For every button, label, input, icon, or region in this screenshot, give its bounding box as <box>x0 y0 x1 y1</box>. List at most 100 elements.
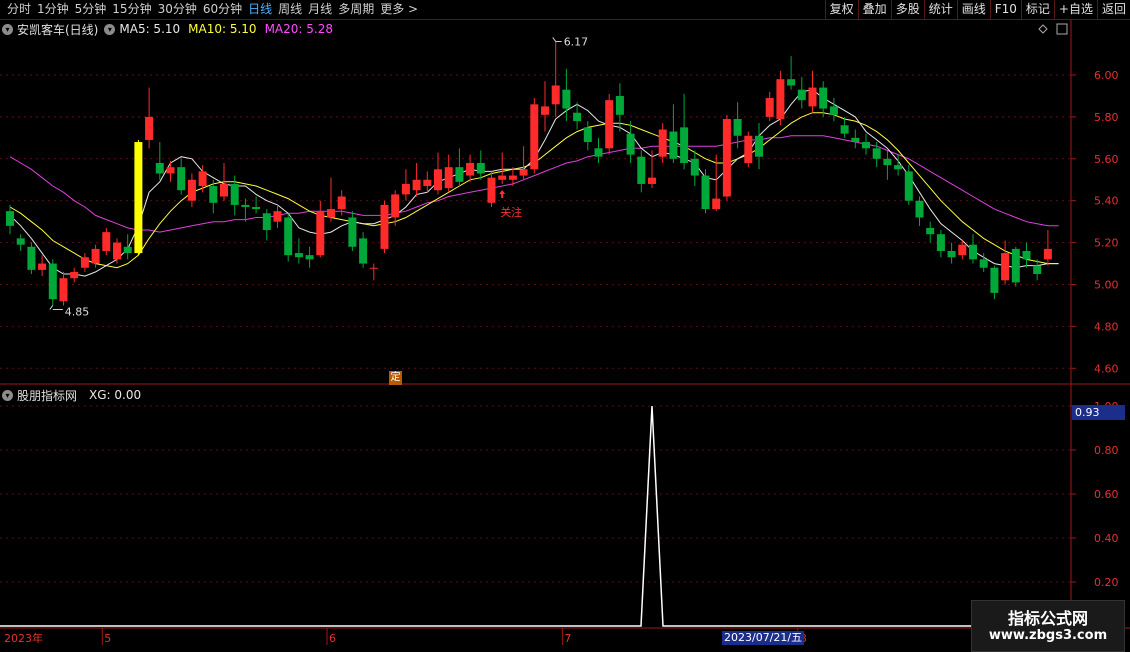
candle-up <box>722 118 731 197</box>
candle-down <box>359 238 368 264</box>
candle-down <box>626 133 635 155</box>
panel-menu-icon[interactable]: ▾ <box>2 23 13 35</box>
candle-down <box>936 234 945 251</box>
candle-up <box>187 179 196 201</box>
y-tick-label: 0.20 <box>1094 576 1119 589</box>
candle-down <box>904 171 913 201</box>
candle-down <box>6 211 14 226</box>
candle-up <box>765 98 774 117</box>
candle-up <box>1043 248 1052 260</box>
candle-up <box>134 142 143 254</box>
candle-up <box>316 211 325 256</box>
indicator-y-axis: 1.000.800.600.400.20 <box>1071 400 1119 589</box>
candle-down <box>27 246 36 270</box>
candle-down <box>926 227 935 235</box>
candle-up <box>198 171 207 187</box>
candle-down <box>690 158 699 176</box>
candle-down <box>701 175 710 210</box>
candle-down <box>637 156 646 184</box>
xg-value: XG: 0.00 <box>89 388 142 402</box>
focus-arrow-icon <box>499 189 506 198</box>
candle-down <box>797 89 806 101</box>
candle-up <box>541 106 549 115</box>
y-tick-label: 0.60 <box>1094 488 1119 501</box>
candle-down <box>851 137 860 143</box>
candle-up <box>508 175 517 180</box>
indicator-menu-icon[interactable]: ▾ <box>2 389 13 401</box>
high-pointer <box>552 37 562 42</box>
watermark-title: 指标公式网 <box>1007 609 1088 628</box>
marker-badge[interactable]: 定 <box>389 371 402 385</box>
candle-down <box>947 250 956 258</box>
candle-down <box>284 217 293 256</box>
y-tick-label: 0.80 <box>1094 444 1119 457</box>
candle-up <box>744 135 753 163</box>
candle-down <box>787 79 796 86</box>
candle-up <box>113 242 121 260</box>
candle-down <box>979 259 988 268</box>
candle-down <box>755 135 763 157</box>
y-tick-label: 5.20 <box>1094 237 1119 250</box>
indicator-title[interactable]: 股朋指标网 <box>17 387 77 404</box>
high-annotation: 6.17 <box>564 35 589 48</box>
panel-toggle-icon <box>1056 23 1068 35</box>
chart-canvas[interactable]: 6.005.805.605.405.205.004.804.60 1.000.8… <box>0 0 1130 650</box>
candle-down <box>241 204 250 207</box>
date-axis: 2023年5678 <box>4 628 807 645</box>
date-label: 6 <box>329 632 336 645</box>
candle-down <box>1033 265 1042 275</box>
annotations: 6.17 4.85 关注 <box>49 35 589 318</box>
candle-down <box>1022 250 1031 260</box>
candle-down <box>209 186 218 203</box>
candle-up <box>369 267 378 269</box>
candle-down <box>262 213 271 231</box>
candle-up <box>220 183 228 197</box>
candle-up <box>776 79 785 119</box>
candle-down <box>969 244 977 260</box>
candlestick-series <box>6 41 1052 306</box>
focus-label: 关注 <box>500 205 522 219</box>
candle-down <box>840 125 849 134</box>
y-tick-label: 5.40 <box>1094 195 1119 208</box>
candle-down <box>819 87 828 109</box>
main-panel-header: ▾ 安凯客车(日线) ▾ MA5: 5.10 MA10: 5.10 MA20: … <box>2 21 333 37</box>
candle-up <box>958 244 967 256</box>
low-annotation: 4.85 <box>65 305 90 318</box>
candle-down <box>680 127 689 163</box>
candle-up <box>59 278 68 302</box>
candle-up <box>648 177 656 184</box>
ma10-value: MA10: 5.10 <box>188 22 257 36</box>
candle-up <box>658 129 667 157</box>
candle-down <box>894 165 903 170</box>
candle-down <box>562 89 571 109</box>
candle-up <box>380 204 389 249</box>
date-label: 5 <box>104 632 111 645</box>
candle-down <box>594 148 603 157</box>
candle-up <box>337 196 346 210</box>
ma-settings-icon[interactable]: ▾ <box>104 23 116 35</box>
candle-up <box>401 183 410 195</box>
candle-down <box>177 167 186 191</box>
watermark: 指标公式网 www.zbgs3.com <box>971 600 1125 652</box>
candle-up <box>1001 253 1010 281</box>
candle-up <box>70 271 79 279</box>
candle-down <box>252 206 261 210</box>
candle-down <box>915 200 924 218</box>
highlight-date: 2023/07/21/五 <box>722 631 805 645</box>
candle-down <box>583 127 592 143</box>
candle-down <box>16 238 25 245</box>
candle-down <box>615 95 624 115</box>
candle-up <box>444 167 453 189</box>
indicator-panel-header: ▾ 股朋指标网 XG: 0.00 <box>2 387 141 403</box>
candle-down <box>573 112 582 122</box>
candle-down <box>230 183 239 205</box>
candle-down <box>155 162 164 174</box>
candle-up <box>423 179 432 187</box>
stock-title[interactable]: 安凯客车(日线) <box>17 21 98 38</box>
candle-up <box>273 211 282 222</box>
candle-down <box>883 158 892 166</box>
date-label: 7 <box>564 632 571 645</box>
y-tick-label: 4.80 <box>1094 320 1119 333</box>
y-tick-label: 4.60 <box>1094 362 1119 375</box>
candle-down <box>348 217 357 247</box>
